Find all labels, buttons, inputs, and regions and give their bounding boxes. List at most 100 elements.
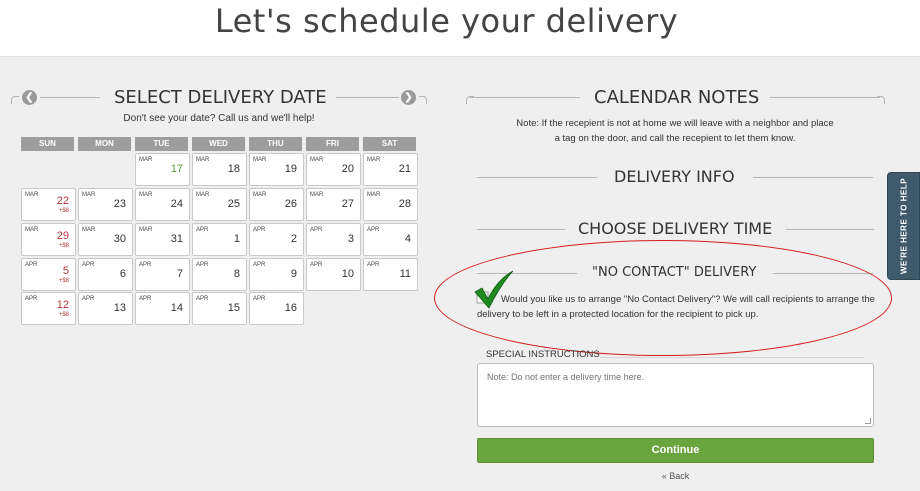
calendar-day[interactable]: MAR 29 +$8 — [21, 223, 76, 256]
calendar-day-month: MAR — [310, 192, 324, 198]
calendar-day[interactable]: MAR 18 — [192, 153, 247, 186]
calendar-day-month: MAR — [367, 192, 381, 198]
calendar-day-number: 13 — [113, 302, 126, 314]
calendar-day-month: MAR — [253, 192, 267, 198]
calendar-day[interactable]: MAR 30 — [78, 223, 133, 256]
date-help-text: Don't see your date? Call us and we'll h… — [123, 113, 315, 124]
section-divider — [40, 97, 100, 98]
calendar-day[interactable]: MAR 31 — [135, 223, 190, 256]
section-divider — [753, 177, 873, 178]
calendar-day-number: 24 — [170, 198, 183, 210]
calendar-day-number: 12 — [56, 299, 69, 311]
section-divider — [470, 97, 580, 98]
section-divider — [336, 97, 399, 98]
calendar-day-month: APR — [367, 227, 380, 233]
day-of-week-header: SAT — [363, 137, 416, 151]
calendar-day-number: 19 — [284, 163, 297, 175]
calendar-day-month: MAR — [253, 157, 267, 163]
calendar-day-month: MAR — [196, 192, 210, 198]
calendar-day[interactable]: APR 1 — [192, 223, 247, 256]
calendar-day-month: APR — [253, 296, 266, 302]
calendar-day-month: APR — [196, 227, 209, 233]
choose-time-heading: CHOOSE DELIVERY TIME — [578, 219, 773, 238]
calendar-day-number: 5 — [62, 265, 69, 277]
day-of-week-header: WED — [192, 137, 245, 151]
calendar-day-month: APR — [253, 227, 266, 233]
calendar-day[interactable]: MAR 28 — [363, 188, 418, 221]
calendar-day[interactable]: APR 13 — [78, 292, 133, 325]
calendar-day-number: 26 — [284, 198, 297, 210]
calendar-day-month: MAR — [139, 157, 153, 163]
delivery-info-heading: DELIVERY INFO — [614, 167, 735, 186]
calendar-day-number: 1 — [233, 233, 240, 245]
day-of-week-header: TUE — [135, 137, 188, 151]
calendar-day[interactable]: MAR 21 — [363, 153, 418, 186]
calendar-day[interactable]: APR 8 — [192, 258, 247, 291]
calendar-day-number: 16 — [284, 302, 297, 314]
calendar-day-number: 15 — [227, 302, 240, 314]
page-header: Let's schedule your delivery — [0, 0, 920, 57]
calendar-day[interactable]: MAR 22 +$8 — [21, 188, 76, 221]
calendar-day-number: 31 — [170, 233, 183, 245]
section-divider — [11, 96, 19, 104]
calendar-day-month: APR — [82, 262, 95, 268]
calendar-day[interactable]: MAR 20 — [306, 153, 361, 186]
calendar-notes-heading: CALENDAR NOTES — [594, 87, 760, 108]
calendar-day-number: 23 — [113, 198, 126, 210]
calendar-day[interactable]: MAR 23 — [78, 188, 133, 221]
chevron-left-icon[interactable]: ❮ — [22, 90, 37, 105]
calendar-day-number: 11 — [399, 268, 411, 280]
section-divider — [770, 97, 880, 98]
calendar-day[interactable]: MAR 27 — [306, 188, 361, 221]
day-of-week-header: THU — [249, 137, 302, 151]
calendar-day-number: 10 — [341, 268, 354, 280]
section-divider — [600, 357, 864, 358]
calendar-day-month: MAR — [367, 157, 381, 163]
calendar-day-month: MAR — [310, 157, 324, 163]
calendar-day[interactable]: APR 11 — [363, 258, 418, 291]
special-instructions-label: SPECIAL INSTRUCTIONS — [486, 349, 600, 360]
calendar-day-month: MAR — [139, 227, 153, 233]
calendar-day[interactable]: APR 14 — [135, 292, 190, 325]
calendar-day[interactable]: APR 12 +$8 — [21, 292, 76, 325]
section-divider — [419, 96, 427, 104]
calendar-day[interactable]: APR 16 — [249, 292, 304, 325]
calendar-day[interactable]: APR 6 — [78, 258, 133, 291]
continue-button[interactable]: Continue — [477, 438, 874, 463]
special-instructions-input[interactable] — [477, 363, 874, 427]
calendar-day-month: APR — [25, 262, 38, 268]
calendar-day[interactable]: APR 5 +$8 — [21, 258, 76, 291]
calendar-day[interactable]: MAR 26 — [249, 188, 304, 221]
calendar-day[interactable]: APR 9 — [249, 258, 304, 291]
calendar-day-month: APR — [196, 296, 209, 302]
calendar-day[interactable]: MAR 25 — [192, 188, 247, 221]
day-of-week-header: SUN — [21, 137, 74, 151]
back-link[interactable]: « Back — [477, 471, 874, 481]
day-of-week-header: MON — [78, 137, 131, 151]
calendar-day-month: MAR — [82, 192, 96, 198]
help-tab-label: WE'RE HERE TO HELP — [899, 177, 908, 275]
calendar-day-number: 7 — [176, 268, 183, 280]
calendar-day[interactable]: APR 15 — [192, 292, 247, 325]
calendar-note-line: a tag on the door, and call the recepien… — [554, 133, 796, 144]
calendar-day[interactable]: MAR 19 — [249, 153, 304, 186]
chevron-right-icon[interactable]: ❯ — [401, 90, 416, 105]
resize-handle-icon[interactable] — [865, 418, 871, 424]
calendar-day-number: 25 — [227, 198, 240, 210]
section-divider — [477, 229, 565, 230]
calendar-day-number: 21 — [398, 163, 411, 175]
calendar-day[interactable]: APR 10 — [306, 258, 361, 291]
calendar-day[interactable]: APR 2 — [249, 223, 304, 256]
calendar-day[interactable]: APR 7 — [135, 258, 190, 291]
calendar-day[interactable]: APR 3 — [306, 223, 361, 256]
calendar-day[interactable]: MAR 24 — [135, 188, 190, 221]
calendar-day-month: APR — [367, 262, 380, 268]
calendar-day[interactable]: MAR 17 — [135, 153, 190, 186]
calendar-day-month: APR — [139, 296, 152, 302]
calendar-day-month: APR — [196, 262, 209, 268]
help-tab[interactable]: WE'RE HERE TO HELP — [887, 172, 920, 280]
calendar-day[interactable]: APR 4 — [363, 223, 418, 256]
calendar-day-month: MAR — [82, 227, 96, 233]
calendar-day-month: APR — [139, 262, 152, 268]
calendar-day-surcharge: +$8 — [58, 312, 69, 318]
